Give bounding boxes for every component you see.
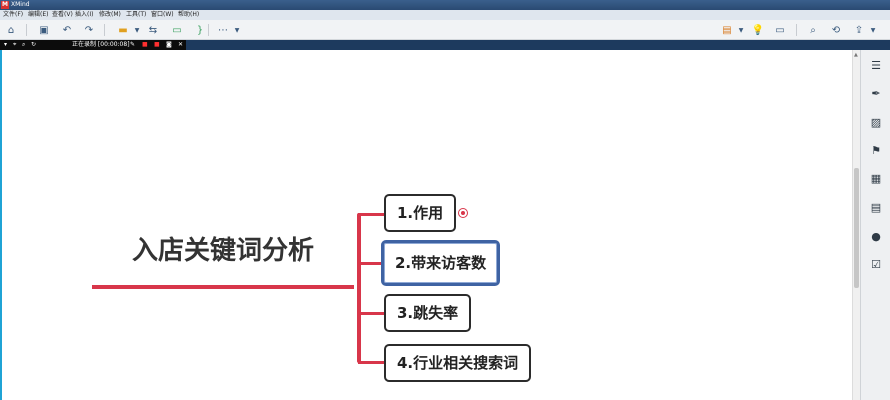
toolbar: ⌂ ▣ ↶ ↷ ▬ ▼ ⇆ ▭ } ⋯ ▼ ▤ ▼ 💡 ▭ ⌕ ⟲ ⇪ ▼ <box>0 20 890 40</box>
boundary-icon[interactable]: ▭ <box>170 23 184 37</box>
share-icon[interactable]: ⟲ <box>829 23 843 37</box>
outline-icon[interactable]: ☰ <box>869 58 883 72</box>
search-icon[interactable]: ⌕ <box>22 40 25 50</box>
vertical-scrollbar[interactable]: ▲ <box>852 50 860 400</box>
menu-modify[interactable]: 修改(M) <box>99 10 121 20</box>
chevron-down-icon[interactable]: ▼ <box>130 23 144 37</box>
relationship-icon[interactable]: ⇆ <box>146 23 160 37</box>
menu-insert[interactable]: 插入(I) <box>75 10 93 20</box>
stop-icon[interactable]: ■ <box>142 40 148 50</box>
pause-icon[interactable]: ■ <box>154 40 160 50</box>
flag-icon[interactable]: ⚑ <box>869 143 883 157</box>
scroll-up-icon[interactable]: ▲ <box>854 52 858 58</box>
menu-file[interactable]: 文件(F) <box>3 10 23 20</box>
subtopic-1[interactable]: 1.作用 <box>384 194 457 232</box>
menu-edit[interactable]: 编辑(E) <box>28 10 48 20</box>
toolbar-separator <box>26 24 27 36</box>
more-icon[interactable]: ⋯ <box>216 23 230 37</box>
search-icon[interactable]: ⌕ <box>806 23 820 37</box>
format-brush-icon[interactable]: ✒ <box>869 86 883 100</box>
recording-status: 正在录制 [00:00:08] <box>72 41 130 48</box>
topic-icon[interactable]: ▬ <box>116 23 130 37</box>
subtopic-2[interactable]: 2.带来访客数 <box>381 240 501 286</box>
menu-bar: 文件(F) 编辑(E) 查看(V) 插入(I) 修改(M) 工具(T) 窗口(W… <box>0 10 890 20</box>
central-topic[interactable]: 入店关键词分析 <box>118 228 328 274</box>
subtopic-4[interactable]: 4.行业相关搜索词 <box>384 344 532 382</box>
presentation-icon[interactable]: ▤ <box>720 23 734 37</box>
image-icon[interactable]: ▨ <box>869 115 883 129</box>
camera-icon[interactable]: ◙ <box>166 40 172 50</box>
subtopic-3[interactable]: 3.跳失率 <box>384 294 472 332</box>
app-logo-icon: M <box>1 1 9 9</box>
chevron-down-icon[interactable]: ▼ <box>866 23 880 37</box>
save-icon[interactable]: ▣ <box>37 23 51 37</box>
pen-icon[interactable]: ✎ <box>130 40 135 50</box>
export-icon[interactable]: ⇪ <box>852 23 866 37</box>
branch-connector <box>358 361 385 364</box>
menu-help[interactable]: 帮助(H) <box>178 10 199 20</box>
comment-icon[interactable]: ● <box>869 229 883 243</box>
close-icon[interactable]: ✕ <box>178 40 183 50</box>
pin-icon[interactable]: ⌖ <box>13 40 16 50</box>
layout-icon[interactable]: ▭ <box>773 23 787 37</box>
record-dropdown-icon[interactable]: ▾ <box>4 40 7 50</box>
menu-tools[interactable]: 工具(T) <box>126 10 146 20</box>
refresh-icon[interactable]: ↻ <box>31 40 36 50</box>
branch-connector <box>358 213 385 216</box>
window-title: XMind <box>11 1 30 8</box>
scroll-thumb[interactable] <box>854 168 859 288</box>
menu-view[interactable]: 查看(V) <box>52 10 73 20</box>
label-icon[interactable]: ▦ <box>869 171 883 185</box>
redo-icon[interactable]: ↷ <box>82 23 96 37</box>
undo-icon[interactable]: ↶ <box>60 23 74 37</box>
idea-icon[interactable]: 💡 <box>751 23 765 37</box>
side-panel: ☰ ✒ ▨ ⚑ ▦ ▤ ● ☑ <box>860 50 890 400</box>
chevron-down-icon[interactable]: ▼ <box>734 23 748 37</box>
summary-icon[interactable]: } <box>193 23 207 37</box>
branch-connector <box>357 213 361 363</box>
menu-window[interactable]: 窗口(W) <box>151 10 174 20</box>
toolbar-separator <box>104 24 105 36</box>
chevron-down-icon[interactable]: ▼ <box>230 23 244 37</box>
home-icon[interactable]: ⌂ <box>4 23 18 37</box>
toolbar-separator <box>796 24 797 36</box>
central-topic-line <box>92 285 354 289</box>
collapse-icon[interactable] <box>458 208 468 218</box>
notes-icon[interactable]: ▤ <box>869 200 883 214</box>
recording-bar: ▾ ⌖ ⌕ ↻ 正在录制 [00:00:08] ✎ ■ ■ ◙ ✕ <box>0 40 186 50</box>
task-icon[interactable]: ☑ <box>869 257 883 271</box>
toolbar-separator <box>208 24 209 36</box>
branch-connector <box>358 312 385 315</box>
title-bar: M XMind <box>0 0 890 10</box>
